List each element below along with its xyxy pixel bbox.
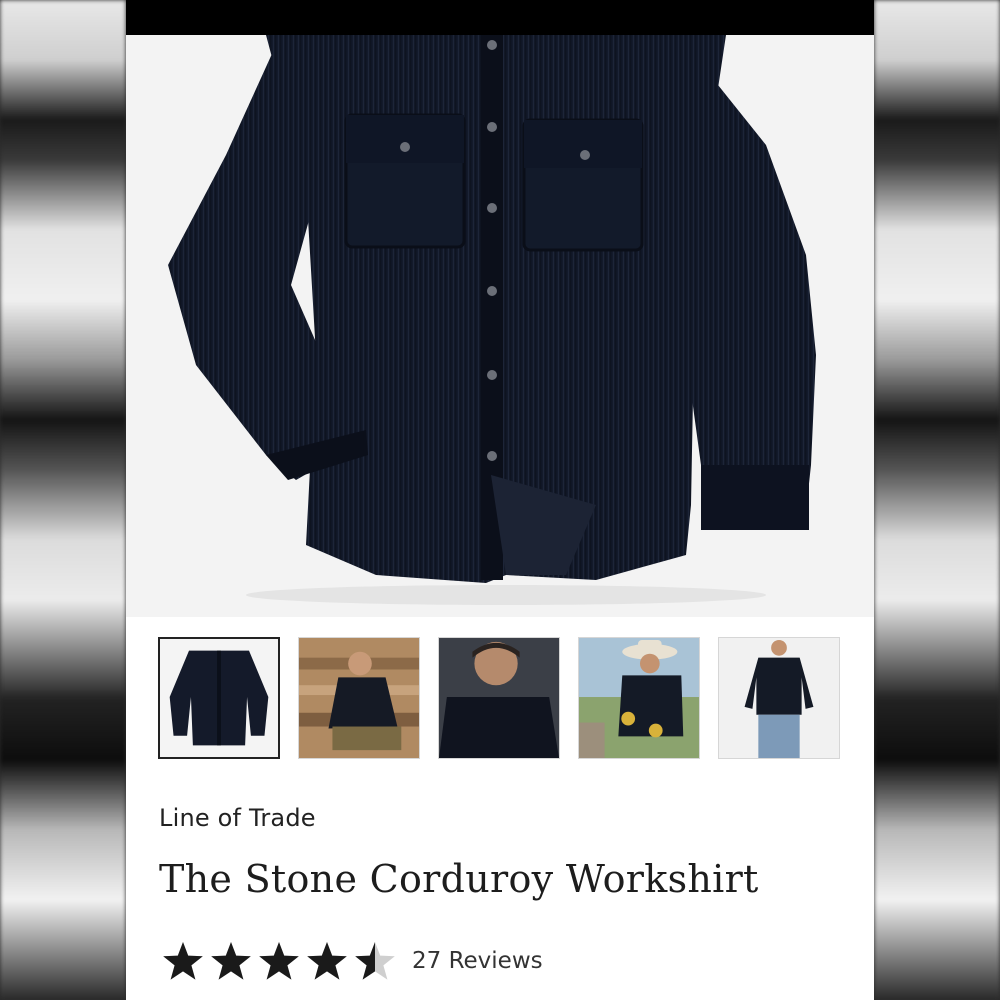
main-product-image[interactable] (126, 35, 874, 617)
thumbnail-strip (158, 637, 848, 763)
blurred-backdrop-right (874, 0, 1000, 1000)
rating-summary[interactable]: 27 Reviews (162, 936, 543, 986)
thumb-model-cowboy-hat[interactable] (578, 637, 700, 759)
thumb-model-closeup[interactable] (438, 637, 560, 759)
star-icon (163, 942, 203, 980)
star-icon (259, 942, 299, 980)
star-icon (211, 942, 251, 980)
thumb-model-standing[interactable] (718, 637, 840, 759)
blurred-backdrop-left (0, 0, 126, 1000)
top-bar (126, 0, 874, 35)
reviews-link[interactable]: 27 Reviews (412, 948, 543, 974)
brand-link[interactable]: Line of Trade (159, 804, 316, 832)
product-title: The Stone Corduroy Workshirt (159, 857, 759, 901)
star-rating (162, 940, 396, 982)
product-card: Line of Trade The Stone Corduroy Workshi… (126, 0, 874, 1000)
thumb-shirt-flatlay[interactable] (158, 637, 280, 759)
thumb-model-seated-lumber[interactable] (298, 637, 420, 759)
star-icon (355, 942, 395, 980)
star-icon (307, 942, 347, 980)
